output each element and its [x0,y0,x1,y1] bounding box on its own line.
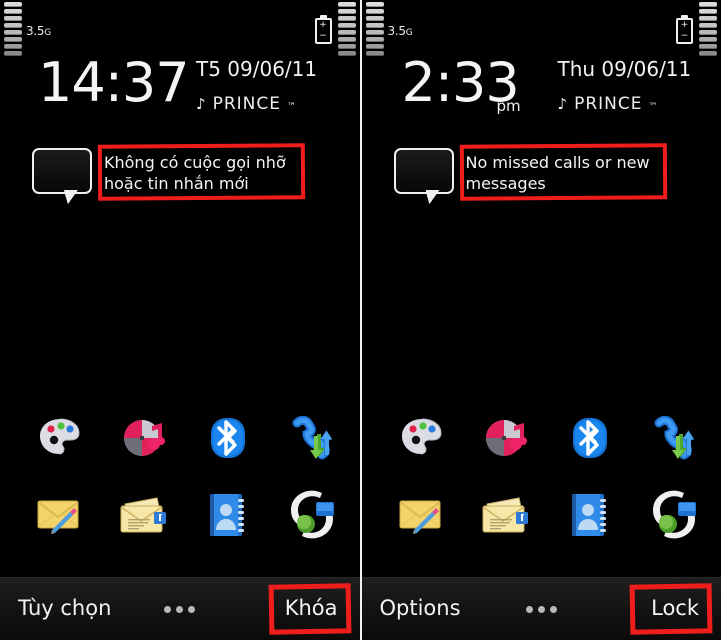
battery-icon: + − [314,15,332,44]
operator-name: ♪ PRINCE ™ [558,94,659,117]
music-player-icon[interactable] [478,410,534,466]
network-type-suffix: G [44,28,51,38]
menu-dots-icon[interactable] [525,606,557,613]
signal-strength-icon [4,2,22,56]
clock-area: 14:37 T5 09/06/11 ♪ PRINCE ™ [0,52,360,130]
contacts-book-icon[interactable] [562,486,618,542]
shortcut-row-1 [0,400,360,476]
new-message-icon[interactable] [32,486,88,542]
shortcut-row-2 [0,476,360,552]
bluetooth-icon[interactable] [562,410,618,466]
notification-area[interactable]: No missed calls or new messages [362,143,721,214]
signal-strength-icon-right [337,2,356,56]
contacts-book-icon[interactable] [200,486,256,542]
battery-plus-glyph: + [319,20,327,30]
softkey-options[interactable]: Tùy chọn [18,595,111,621]
trademark-glyph: ™ [648,102,659,112]
signal-strength-icon [365,2,384,56]
menu-dots-icon[interactable] [164,606,195,613]
softkey-lock-highlight-box [268,583,351,635]
operator-label: PRINCE [212,94,281,114]
shortcut-grid [0,400,360,552]
battery-plus-glyph: + [680,20,689,30]
clock-date[interactable]: Thu 09/06/11 [558,57,692,81]
themes-palette-icon[interactable] [394,410,450,466]
speech-bubble-icon [32,148,92,194]
shortcut-row-1 [362,400,721,476]
inbox-envelope-icon[interactable] [478,486,534,542]
operator-name: ♪ PRINCE ™ [196,94,297,117]
clock-area: 2:33 pm Thu 09/06/11 ♪ PRINCE ™ [362,52,721,130]
notification-highlight-box [97,143,306,201]
shortcut-grid [362,400,721,552]
softkey-bar: Tùy chọn Khóa [0,577,360,640]
trademark-glyph: ™ [286,102,297,112]
network-type-value: 3.5 [26,24,45,38]
network-type-suffix: G [405,28,413,38]
notification-area[interactable]: Không có cuộc gọi nhỡ hoặc tin nhắn mới [0,143,360,214]
inbox-envelope-icon[interactable] [116,486,172,542]
bluetooth-icon[interactable] [200,410,256,466]
music-note-icon: ♪ [557,95,569,113]
notification-highlight-box [459,143,667,201]
battery-minus-glyph: − [319,31,327,41]
music-player-icon[interactable] [116,410,172,466]
network-type-label: 3.5G [26,24,51,38]
new-message-icon[interactable] [394,486,450,542]
softkey-lock-highlight-box [629,583,713,635]
speech-bubble-icon [393,148,454,194]
phone-screen-vietnamese: 3.5G + − 14:37 T5 09/06/11 ♪ PRINCE ™ Kh… [0,0,360,640]
softkey-options[interactable]: Options [380,595,461,621]
battery-minus-glyph: − [680,31,689,41]
clock-date[interactable]: T5 09/06/11 [196,57,317,81]
clock-ampm: pm [496,97,521,115]
phone-screen-english: 3.5G + − 2:33 pm Thu 09/06/11 ♪ PRINCE ™… [361,0,721,640]
signal-strength-icon-right [699,2,717,56]
network-type-value: 3.5 [387,24,406,38]
sync-connectivity-icon[interactable] [284,486,340,542]
shortcut-row-2 [362,476,721,552]
music-note-icon: ♪ [196,95,207,113]
operator-label: PRINCE [574,94,643,114]
network-type-label: 3.5G [388,24,413,38]
battery-icon: + − [676,15,693,44]
softkey-bar: Options Lock [361,577,721,640]
clock-time[interactable]: 14:37 [38,52,190,114]
themes-palette-icon[interactable] [32,410,88,466]
call-log-icon[interactable] [646,410,702,466]
sync-connectivity-icon[interactable] [646,486,702,542]
dual-phone-screenshot: 3.5G + − 14:37 T5 09/06/11 ♪ PRINCE ™ Kh… [0,0,721,640]
call-log-icon[interactable] [284,410,340,466]
